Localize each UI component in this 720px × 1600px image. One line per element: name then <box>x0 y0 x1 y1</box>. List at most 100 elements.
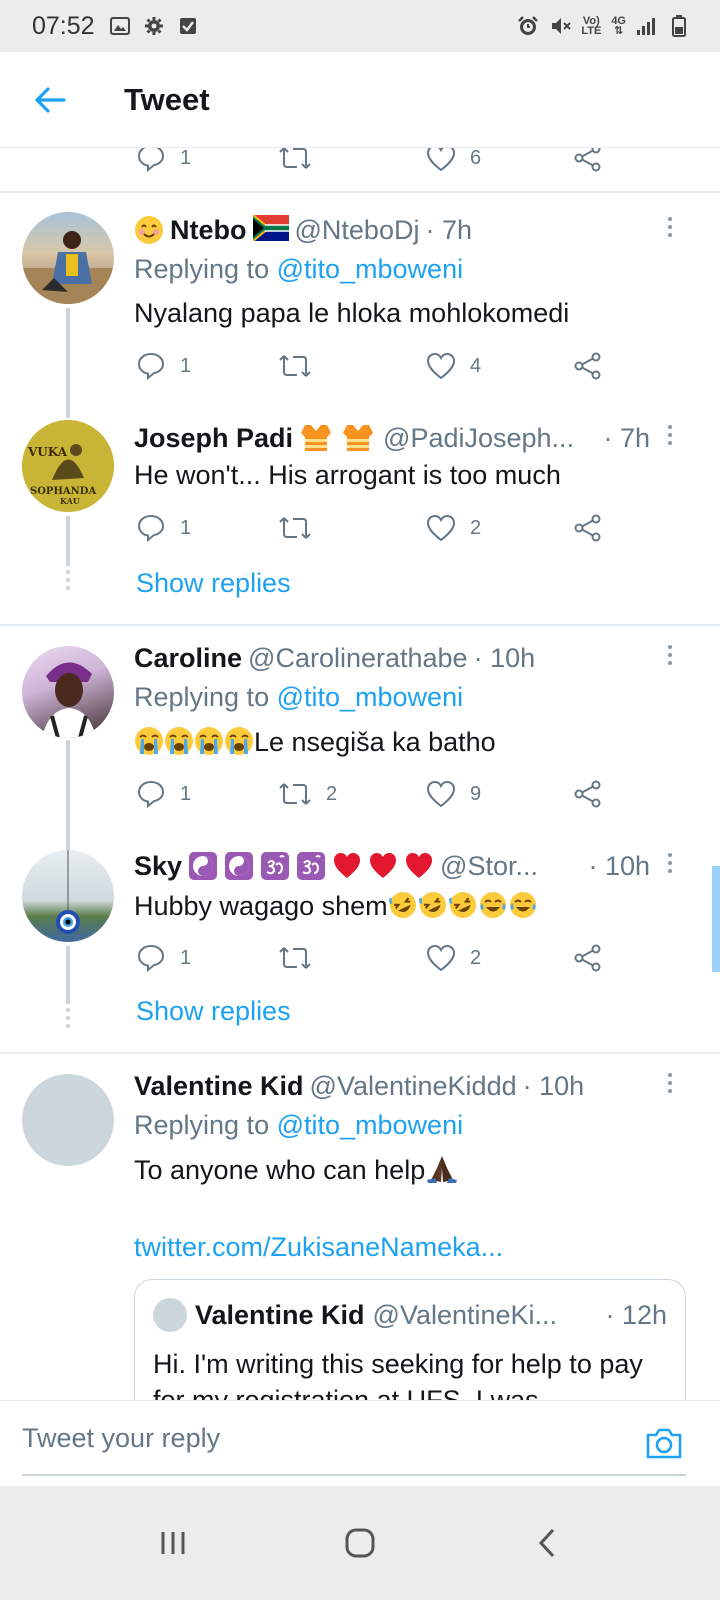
mention-link[interactable]: @tito_mboweni <box>277 682 464 712</box>
signal-icon <box>636 15 658 37</box>
user-handle[interactable]: @ValentineKiddd <box>310 1071 517 1102</box>
share-button[interactable] <box>574 148 602 172</box>
loudly-crying-emoji-icon <box>194 726 224 756</box>
settings-notification-icon <box>143 15 165 37</box>
more-options-button[interactable] <box>658 420 682 450</box>
vuka-logo-avatar-icon: VUKASOPHANDAKAU <box>22 420 114 512</box>
like-button[interactable]: 2 <box>426 514 481 542</box>
thread-line <box>66 946 70 1004</box>
user-name[interactable]: Valentine Kid <box>134 1071 304 1102</box>
reply-button[interactable]: 1 <box>136 351 191 381</box>
more-options-button[interactable] <box>658 848 682 878</box>
person-avatar-icon <box>42 662 96 738</box>
tweet-link[interactable]: twitter.com/ZukisaneNameka... <box>134 1232 503 1263</box>
like-button[interactable]: 2 <box>426 944 481 972</box>
heart-icon <box>426 352 456 380</box>
avatar <box>153 1298 187 1332</box>
user-handle[interactable]: @Carolinerathabe <box>248 643 468 674</box>
user-name[interactable]: Joseph Padi <box>134 423 293 454</box>
retweet-button[interactable] <box>278 514 326 542</box>
share-button[interactable] <box>574 352 602 380</box>
avatar[interactable] <box>22 212 114 304</box>
battery-icon <box>668 15 690 37</box>
more-options-button[interactable] <box>658 640 682 670</box>
rolling-laughing-emoji-icon <box>448 890 478 920</box>
tweet-actions: 1 4 <box>136 346 616 386</box>
back-button[interactable] <box>0 52 100 148</box>
like-button[interactable]: 4 <box>426 352 481 380</box>
system-back-button[interactable] <box>517 1513 577 1573</box>
tweet-time: · 12h <box>605 1299 667 1330</box>
avatar[interactable]: VUKA SOPHANDA KAU <box>22 420 114 512</box>
user-handle[interactable]: @PadiJoseph... <box>383 423 574 454</box>
svg-text:KAU: KAU <box>60 496 80 506</box>
share-button[interactable] <box>574 514 602 542</box>
reply-icon <box>137 352 165 381</box>
user-name[interactable]: Ntebo <box>170 215 247 246</box>
avatar[interactable] <box>22 1074 114 1166</box>
retweet-button[interactable] <box>278 148 312 172</box>
mute-icon <box>549 15 572 37</box>
recent-apps-button[interactable] <box>143 1513 203 1573</box>
share-icon <box>574 352 601 380</box>
show-replies-link[interactable]: Show replies <box>136 568 291 599</box>
scrollbar-thumb[interactable] <box>712 866 720 972</box>
more-options-button[interactable] <box>658 1068 682 1098</box>
tweet-text: Nyalang papa le hloka mohlokomedi <box>134 298 570 328</box>
tweet-header: Joseph Padi @PadiJoseph... · 7h <box>134 420 650 456</box>
user-name: Valentine Kid <box>195 1299 365 1330</box>
tweet-time: · 7h <box>603 422 650 453</box>
avatar[interactable] <box>22 646 114 738</box>
tweet-header: Caroline @Carolinerathabe · 10h <box>134 640 650 676</box>
back-arrow-icon <box>35 86 66 113</box>
retweet-button[interactable] <box>278 352 326 380</box>
reply-button[interactable]: 1 <box>136 148 191 173</box>
retweet-icon <box>279 517 311 539</box>
loudly-crying-emoji-icon <box>164 726 194 756</box>
reply-feed[interactable]: 1 6 Ntebo @NteboDj · 7h Replying to @tit… <box>0 148 720 1428</box>
user-name[interactable]: Sky <box>134 851 182 882</box>
rolling-laughing-emoji-icon <box>388 890 418 920</box>
replying-to: Replying to @tito_mboweni <box>134 1110 464 1140</box>
mention-link[interactable]: @tito_mboweni <box>277 1110 464 1140</box>
retweet-icon <box>279 355 311 377</box>
share-button[interactable] <box>574 944 602 972</box>
camera-button[interactable] <box>644 1425 684 1461</box>
tweet-text: Hubby wagago shem <box>134 890 538 922</box>
tweet-header: Ntebo @NteboDj · 7h <box>134 212 650 248</box>
checkbox-notification-icon <box>177 15 199 37</box>
retweet-button[interactable]: 2 <box>278 780 337 808</box>
thread-line <box>66 308 70 418</box>
tweet-actions: 1 2 <box>136 938 616 978</box>
user-handle[interactable]: @Stor... <box>440 851 538 882</box>
red-heart-emoji-icon <box>332 851 362 881</box>
mention-link[interactable]: @tito_mboweni <box>277 254 464 284</box>
heart-icon <box>426 148 456 172</box>
folded-hands-emoji-icon <box>425 1154 461 1184</box>
like-button[interactable]: 6 <box>426 148 481 172</box>
tweet-header: Sky @Stor... · 10h <box>134 848 650 884</box>
tears-of-joy-emoji-icon <box>508 890 538 920</box>
reply-button[interactable]: 1 <box>136 513 191 543</box>
share-button[interactable] <box>574 780 602 808</box>
user-handle[interactable]: @NteboDj <box>295 215 420 246</box>
input-underline <box>22 1474 686 1476</box>
user-handle: @ValentineKi... <box>372 1299 558 1330</box>
app-header: Tweet <box>0 52 720 148</box>
om-emoji-icon <box>296 851 326 881</box>
more-options-button[interactable] <box>658 212 682 242</box>
avatar[interactable] <box>22 850 114 942</box>
show-replies-link[interactable]: Show replies <box>136 996 291 1027</box>
user-name[interactable]: Caroline <box>134 643 242 674</box>
reply-button[interactable]: 1 <box>136 943 191 973</box>
home-button[interactable] <box>330 1513 390 1573</box>
reply-icon <box>137 148 165 173</box>
thread-dots <box>66 1006 70 1032</box>
home-icon <box>345 1528 375 1558</box>
retweet-button[interactable] <box>278 944 326 972</box>
share-icon <box>574 514 601 542</box>
like-button[interactable]: 9 <box>426 780 481 808</box>
person-avatar-icon <box>22 231 114 304</box>
reply-input[interactable]: Tweet your reply <box>22 1423 220 1454</box>
reply-button[interactable]: 1 <box>136 779 191 809</box>
